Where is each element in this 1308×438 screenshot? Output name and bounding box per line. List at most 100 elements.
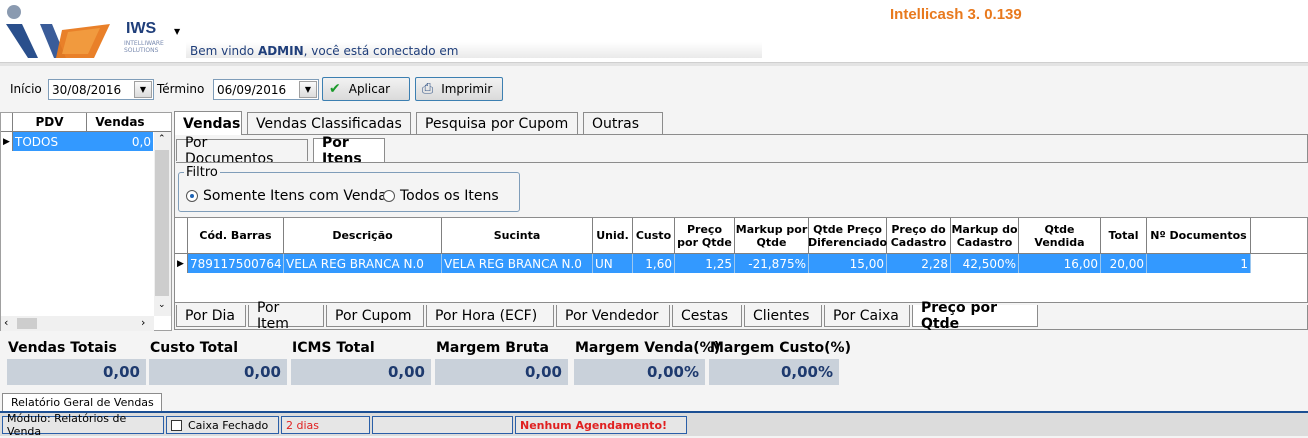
welcome-message: Bem vindo ADMIN, você está conectado em: [190, 44, 458, 58]
scroll-up-icon[interactable]: ⌃: [158, 134, 166, 144]
cell-descricao[interactable]: VELA REG BRANCA N.0: [284, 254, 442, 273]
cell-unid[interactable]: UN: [593, 254, 633, 273]
pdv-grid: PDV Vendas ▶ TODOS 0,0: [0, 112, 172, 331]
caixa-label: Caixa Fechado: [188, 418, 269, 432]
print-button[interactable]: ⎙ Imprimir: [415, 77, 503, 101]
pdv-column-header[interactable]: PDV: [13, 113, 87, 131]
margem-venda-value: 0,00%: [574, 359, 705, 385]
agendamento-status: Nenhum Agendamento!: [515, 416, 687, 434]
col-total[interactable]: Total: [1101, 218, 1147, 253]
tab-preco-por-qtde[interactable]: Preço por Qtde: [912, 300, 1038, 332]
margem-bruta-value: 0,00: [435, 359, 568, 385]
pdv-vertical-scrollbar[interactable]: ⌃ ⌄: [154, 132, 171, 316]
logo-text: IWS: [126, 20, 157, 37]
apply-label: Aplicar: [348, 82, 391, 96]
start-date-value: 30/08/2016: [52, 82, 122, 97]
col-qtde-vendida[interactable]: Qtde Vendida: [1019, 218, 1101, 253]
cell-total[interactable]: 20,00: [1101, 254, 1147, 273]
check-icon: ✔: [329, 81, 341, 97]
tab-por-item[interactable]: Por Item: [248, 300, 324, 332]
scrollbar-thumb[interactable]: [155, 150, 169, 296]
logo-subtitle: INTELLIWARE SOLUTIONS: [124, 40, 164, 54]
tab-por-caixa[interactable]: Por Caixa: [824, 305, 910, 327]
margem-custo-label: Margem Custo(%): [710, 340, 851, 356]
col-preco-do-cadastro[interactable]: Preço do Cadastro: [887, 218, 951, 253]
col-custo[interactable]: Custo: [633, 218, 675, 253]
logo-dropdown-icon[interactable]: ▼: [174, 27, 180, 36]
tab-por-itens[interactable]: Por Itens: [313, 135, 385, 167]
pdv-horizontal-scrollbar[interactable]: ‹ ›: [1, 316, 154, 331]
cell-preco-por-qtde[interactable]: 1,25: [675, 254, 735, 273]
pdv-cell[interactable]: TODOS: [13, 132, 87, 151]
cell-custo[interactable]: 1,60: [633, 254, 675, 273]
cell-markup-do-cadastro[interactable]: 42,500%: [951, 254, 1019, 273]
user-name: ADMIN: [257, 44, 304, 58]
items-grid-header: Cód. Barras Descrição Sucinta Unid. Cust…: [175, 218, 1307, 254]
row-indicator-header: [1, 113, 13, 131]
vendas-cell[interactable]: 0,0: [87, 132, 153, 151]
table-row[interactable]: ▶ 7891175007641 VELA REG BRANCA N.0 VELA…: [175, 254, 1307, 273]
tab-vendas-classificadas[interactable]: Vendas Classificadas: [247, 112, 411, 134]
tab-vendas[interactable]: Vendas: [174, 111, 242, 135]
start-date-label: Início: [10, 82, 42, 96]
radio-todos-os-itens[interactable]: Todos os Itens: [383, 188, 499, 204]
radio-label: Todos os Itens: [400, 188, 499, 204]
tab-por-documentos[interactable]: Por Documentos: [176, 135, 308, 167]
row-pointer-icon: ▶: [175, 254, 188, 273]
col-qtde-preco-diferenciado[interactable]: Qtde Preço Diferenciado: [808, 218, 887, 253]
scroll-down-icon[interactable]: ⌄: [158, 300, 166, 310]
col-cod-barras[interactable]: Cód. Barras: [188, 218, 284, 253]
items-grid: Cód. Barras Descrição Sucinta Unid. Cust…: [174, 217, 1308, 303]
tab-por-vendedor[interactable]: Por Vendedor: [556, 305, 670, 327]
col-unid[interactable]: Unid.: [593, 218, 633, 253]
col-preco-por-qtde[interactable]: Preço por Qtde: [675, 218, 735, 253]
dias-status: 2 dias: [281, 416, 370, 434]
icms-total-label: ICMS Total: [292, 340, 375, 356]
start-date-field[interactable]: 30/08/2016 ▼: [48, 79, 154, 100]
end-date-label: Término: [157, 82, 205, 96]
row-pointer-icon: ▶: [1, 132, 13, 151]
scroll-right-icon[interactable]: ›: [141, 316, 145, 329]
col-num-documentos[interactable]: Nº Documentos: [1147, 218, 1251, 253]
scroll-left-icon[interactable]: ‹: [4, 316, 8, 329]
tab-pesquisa-por-cupom[interactable]: Pesquisa por Cupom: [416, 112, 578, 134]
scrollbar-thumb[interactable]: [17, 318, 37, 329]
apply-button[interactable]: ✔ Aplicar: [322, 77, 410, 101]
custo-total-value: 0,00: [149, 359, 287, 385]
calendar-dropdown-icon[interactable]: ▼: [299, 81, 317, 98]
tab-por-hora-ecf[interactable]: Por Hora (ECF): [426, 305, 554, 327]
cell-cod-barras[interactable]: 7891175007641: [188, 254, 284, 273]
checkbox-icon[interactable]: [171, 419, 182, 431]
margem-bruta-label: Margem Bruta: [436, 340, 549, 356]
caixa-status[interactable]: Caixa Fechado: [166, 416, 279, 434]
calendar-dropdown-icon[interactable]: ▼: [134, 81, 152, 98]
tab-clientes[interactable]: Clientes: [744, 305, 822, 327]
app-version: Intellicash 3. 0.139: [890, 6, 1022, 23]
cell-qtde-vendida[interactable]: 16,00: [1019, 254, 1101, 273]
tab-relatorio-geral-de-vendas[interactable]: Relatório Geral de Vendas: [2, 393, 162, 411]
tab-por-dia[interactable]: Por Dia: [176, 305, 246, 327]
radio-unselected-icon: [383, 190, 395, 202]
cell-preco-do-cadastro[interactable]: 2,28: [887, 254, 951, 273]
tab-outras[interactable]: Outras: [583, 112, 663, 134]
margem-custo-value: 0,00%: [709, 359, 839, 385]
cell-markup-por-qtde[interactable]: -21,875%: [735, 254, 809, 273]
tab-por-cupom[interactable]: Por Cupom: [326, 305, 424, 327]
pdv-row[interactable]: ▶ TODOS 0,0: [1, 132, 171, 151]
cell-num-documentos[interactable]: 1: [1147, 254, 1251, 273]
printer-icon: ⎙: [422, 81, 434, 97]
custo-total-label: Custo Total: [150, 340, 239, 356]
col-markup-por-qtde[interactable]: Markup por Qtde: [735, 218, 809, 253]
tab-cestas[interactable]: Cestas: [672, 305, 742, 327]
col-markup-do-cadastro[interactable]: Markup do Cadastro: [951, 218, 1019, 253]
vendas-column-header[interactable]: Vendas: [87, 113, 153, 131]
col-sucinta[interactable]: Sucinta: [442, 218, 593, 253]
end-date-field[interactable]: 06/09/2016 ▼: [213, 79, 319, 100]
radio-somente-itens-com-venda[interactable]: Somente Itens com Venda: [186, 188, 387, 204]
cell-qtde-preco-diferenciado[interactable]: 15,00: [809, 254, 887, 273]
vendas-totais-label: Vendas Totais: [8, 340, 117, 356]
cell-sucinta[interactable]: VELA REG BRANCA N.0: [442, 254, 593, 273]
radio-selected-icon: [186, 190, 198, 202]
col-descricao[interactable]: Descrição: [284, 218, 442, 253]
end-date-value: 06/09/2016: [217, 82, 287, 97]
